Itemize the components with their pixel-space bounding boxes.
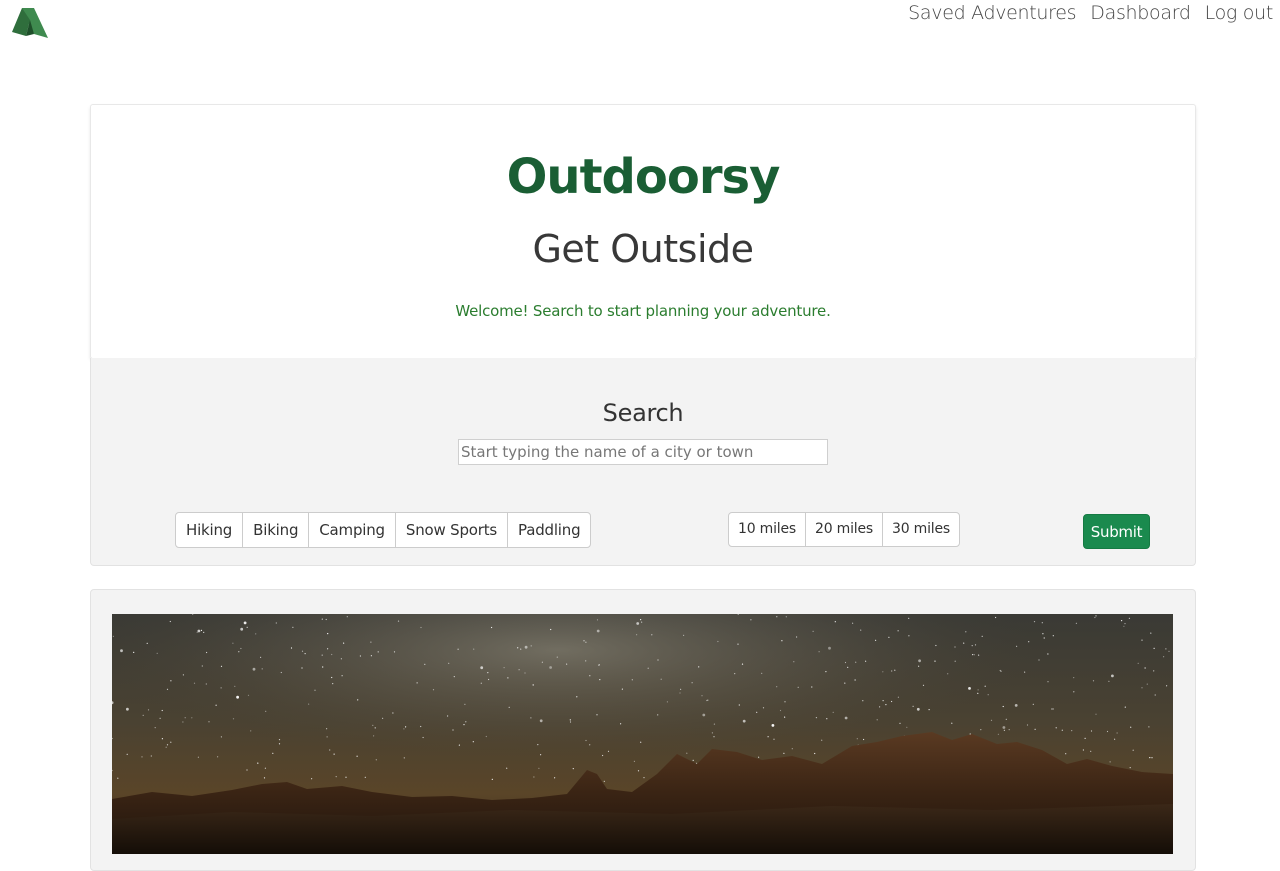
tent-icon[interactable]: [12, 6, 50, 40]
distance-20-button[interactable]: 20 miles: [806, 513, 883, 546]
distance-10-button[interactable]: 10 miles: [729, 513, 806, 546]
night-sky-landscape-image: [112, 614, 1173, 854]
image-panel: [90, 589, 1196, 871]
activity-snow-sports-button[interactable]: Snow Sports: [396, 513, 509, 547]
hero-card: Outdoorsy Get Outside Welcome! Search to…: [90, 104, 1196, 359]
search-panel: Search Hiking Biking Camping Snow Sports…: [90, 358, 1196, 566]
top-nav: Saved Adventures Dashboard Log out: [908, 2, 1273, 24]
submit-button[interactable]: Submit: [1083, 514, 1150, 549]
distance-30-button[interactable]: 30 miles: [883, 513, 959, 546]
welcome-message: Welcome! Search to start planning your a…: [455, 302, 831, 320]
search-heading: Search: [602, 399, 684, 427]
city-search-input[interactable]: [458, 439, 828, 465]
distance-filter-group: 10 miles 20 miles 30 miles: [728, 512, 960, 547]
site-tagline: Get Outside: [532, 227, 754, 271]
nav-dashboard[interactable]: Dashboard: [1090, 2, 1191, 24]
activity-paddling-button[interactable]: Paddling: [508, 513, 590, 547]
activity-biking-button[interactable]: Biking: [243, 513, 310, 547]
nav-saved-adventures[interactable]: Saved Adventures: [908, 2, 1076, 24]
nav-log-out[interactable]: Log out: [1205, 2, 1274, 24]
activity-filter-group: Hiking Biking Camping Snow Sports Paddli…: [175, 512, 592, 548]
site-title: Outdoorsy: [506, 149, 781, 205]
activity-camping-button[interactable]: Camping: [309, 513, 396, 547]
activity-hiking-button[interactable]: Hiking: [176, 513, 244, 547]
